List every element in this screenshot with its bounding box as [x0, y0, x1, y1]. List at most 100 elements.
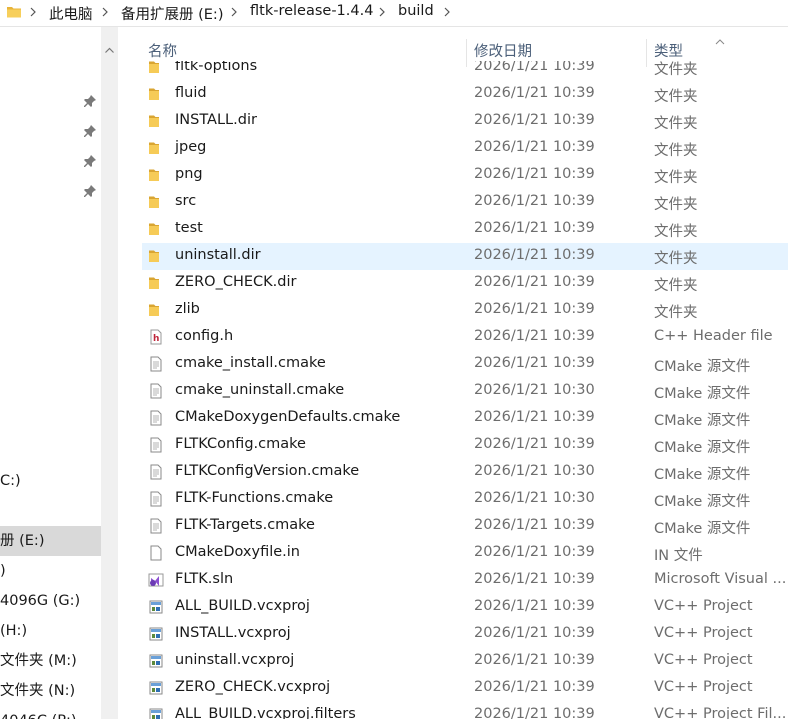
file-name: test — [175, 220, 203, 236]
column-date[interactable]: 修改日期 — [474, 27, 532, 67]
file-name: FLTKConfigVersion.cmake — [175, 463, 360, 479]
file-modified-date: 2026/1/21 10:39 — [474, 679, 595, 695]
file-row[interactable]: jpeg 2026/1/21 10:39 文件夹 — [142, 135, 788, 162]
pin-icon[interactable] — [83, 154, 97, 168]
file-modified-date: 2026/1/21 10:39 — [474, 274, 595, 290]
nav-item-drive-n[interactable]: 文件夹 (N:) — [0, 676, 101, 706]
nav-item-drive-p[interactable]: 4046C (P:) — [0, 706, 101, 719]
file-row[interactable]: ZERO_CHECK.dir 2026/1/21 10:39 文件夹 — [142, 270, 788, 297]
chevron-right-icon — [377, 5, 387, 19]
visual-studio-solution-icon — [148, 572, 164, 588]
file-name: FLTKConfig.cmake — [175, 436, 306, 452]
svg-text:h: h — [153, 334, 159, 344]
file-modified-date: 2026/1/21 10:30 — [474, 382, 595, 398]
nav-item-drive-e[interactable]: 册 (E:) — [0, 526, 101, 556]
file-row[interactable]: uninstall.dir 2026/1/21 10:39 文件夹 — [142, 243, 788, 270]
file-modified-date: 2026/1/21 10:39 — [474, 301, 595, 317]
scroll-up-arrow-icon[interactable] — [105, 41, 114, 57]
file-row[interactable]: h config.h 2026/1/21 10:39 C++ Header file — [142, 324, 788, 351]
file-row[interactable]: png 2026/1/21 10:39 文件夹 — [142, 162, 788, 189]
file-row[interactable]: FLTK-Functions.cmake 2026/1/21 10:30 CMake… — [142, 486, 788, 513]
breadcrumb-this-pc[interactable]: 此电脑 — [49, 3, 93, 24]
file-modified-date: 2026/1/21 10:39 — [474, 139, 595, 155]
file-row[interactable]: zlib 2026/1/21 10:39 文件夹 — [142, 297, 788, 324]
file-row[interactable]: cmake_uninstall.cmake 2026/1/21 10:30 CMak… — [142, 378, 788, 405]
chevron-right-icon — [100, 5, 110, 19]
file-row[interactable]: FLTKConfigVersion.cmake 2026/1/21 10:30 CM… — [142, 459, 788, 486]
file-type: Microsoft Visual ... — [654, 571, 787, 587]
file-row[interactable]: INSTALL.dir 2026/1/21 10:39 文件夹 — [142, 108, 788, 135]
file-type: VC++ Project — [654, 625, 753, 641]
file-row[interactable]: uninstall.vcxproj 2026/1/21 10:39 VC++ Pro… — [142, 648, 788, 675]
vcxproj-icon — [148, 680, 164, 696]
column-type[interactable]: 类型 — [654, 27, 683, 67]
pin-icon[interactable] — [83, 124, 97, 138]
address-bar[interactable]: 此电脑 备用扩展册 (E:) fltk-release-1.4.4 build — [0, 0, 788, 27]
pin-icon[interactable] — [83, 94, 97, 108]
text-file-icon — [148, 356, 164, 372]
text-file-icon — [148, 383, 164, 399]
file-row[interactable]: FLTKConfig.cmake 2026/1/21 10:39 CMake 源文件 — [142, 432, 788, 459]
file-row[interactable]: fluid 2026/1/21 10:39 文件夹 — [142, 81, 788, 108]
file-row[interactable]: ZERO_CHECK.vcxproj 2026/1/21 10:39 VC++ Pr… — [142, 675, 788, 702]
pin-icon[interactable] — [83, 184, 97, 198]
nav-item-drive-c[interactable]: C:) — [0, 466, 101, 496]
sort-ascending-icon — [715, 33, 725, 49]
file-name: INSTALL.vcxproj — [175, 625, 291, 641]
file-name: ZERO_CHECK.vcxproj — [175, 679, 331, 695]
file-modified-date: 2026/1/21 10:39 — [474, 652, 595, 668]
nav-item-drive-m[interactable]: 文件夹 (M:) — [0, 646, 101, 676]
nav-item-drive-g[interactable]: 4096G (G:) — [0, 586, 101, 616]
nav-item-drive-h[interactable]: (H:) — [0, 616, 101, 646]
folder-icon — [148, 248, 164, 264]
column-divider[interactable] — [466, 39, 467, 67]
file-row[interactable]: CMakeDoxyfile.in 2026/1/21 10:39 IN 文件 — [142, 540, 788, 567]
file-name: FLTK-Functions.cmake — [175, 490, 334, 506]
file-type: 文件夹 — [654, 224, 698, 240]
file-row[interactable]: ALL_BUILD.vcxproj.filters 2026/1/21 10:39… — [142, 702, 788, 719]
column-name[interactable]: 名称 — [148, 27, 177, 67]
file-row[interactable]: test 2026/1/21 10:39 文件夹 — [142, 216, 788, 243]
file-type: C++ Header file — [654, 328, 773, 344]
breadcrumb-fltk-release[interactable]: fltk-release-1.4.4 — [250, 3, 373, 19]
file-name: ALL_BUILD.vcxproj.filters — [175, 706, 356, 719]
file-row[interactable]: CMakeDoxygenDefaults.cmake 2026/1/21 10:3… — [142, 405, 788, 432]
file-row[interactable]: FLTK-Targets.cmake 2026/1/21 10:39 CMake 源… — [142, 513, 788, 540]
file-type: 文件夹 — [654, 143, 698, 159]
file-modified-date: 2026/1/21 10:39 — [474, 706, 595, 719]
file-modified-date: 2026/1/21 10:39 — [474, 85, 595, 101]
file-modified-date: 2026/1/21 10:39 — [474, 355, 595, 371]
column-header: 名称 修改日期 类型 — [118, 27, 788, 67]
file-row[interactable]: cmake_install.cmake 2026/1/21 10:39 CMake … — [142, 351, 788, 378]
breadcrumb-build[interactable]: build — [398, 3, 434, 19]
file-modified-date: 2026/1/21 10:30 — [474, 463, 595, 479]
navigation-pane: C:) 册 (E:) ) 4096G (G:) (H:) 文件夹 (M:) 文件… — [0, 27, 101, 719]
column-divider[interactable] — [646, 39, 647, 67]
vcxproj-icon — [148, 626, 164, 642]
file-name: uninstall.dir — [175, 247, 261, 263]
text-file-icon — [148, 518, 164, 534]
navigation-scrollbar[interactable] — [101, 27, 118, 719]
nav-item-drive-f[interactable]: ) — [0, 556, 101, 586]
file-modified-date: 2026/1/21 10:39 — [474, 544, 595, 560]
file-type: IN 文件 — [654, 548, 703, 564]
file-row[interactable]: INSTALL.vcxproj 2026/1/21 10:39 VC++ Proje… — [142, 621, 788, 648]
chevron-right-icon[interactable] — [442, 5, 452, 19]
file-name: png — [175, 166, 203, 182]
file-modified-date: 2026/1/21 10:39 — [474, 166, 595, 182]
file-name: uninstall.vcxproj — [175, 652, 295, 668]
text-file-icon — [148, 437, 164, 453]
file-row[interactable]: ALL_BUILD.vcxproj 2026/1/21 10:39 VC++ Pro… — [142, 594, 788, 621]
file-row[interactable]: FLTK.sln 2026/1/21 10:39 Microsoft Visual … — [142, 567, 788, 594]
breadcrumb-drive-e[interactable]: 备用扩展册 (E:) — [121, 3, 223, 24]
folder-icon — [6, 4, 22, 24]
file-row[interactable]: src 2026/1/21 10:39 文件夹 — [142, 189, 788, 216]
file-modified-date: 2026/1/21 10:39 — [474, 517, 595, 533]
file-name: FLTK-Targets.cmake — [175, 517, 315, 533]
file-modified-date: 2026/1/21 10:39 — [474, 436, 595, 452]
chevron-right-icon — [28, 5, 38, 19]
file-type: CMake 源文件 — [654, 440, 751, 456]
folder-icon — [148, 194, 164, 210]
file-type: 文件夹 — [654, 197, 698, 213]
file-name: FLTK.sln — [175, 571, 234, 587]
